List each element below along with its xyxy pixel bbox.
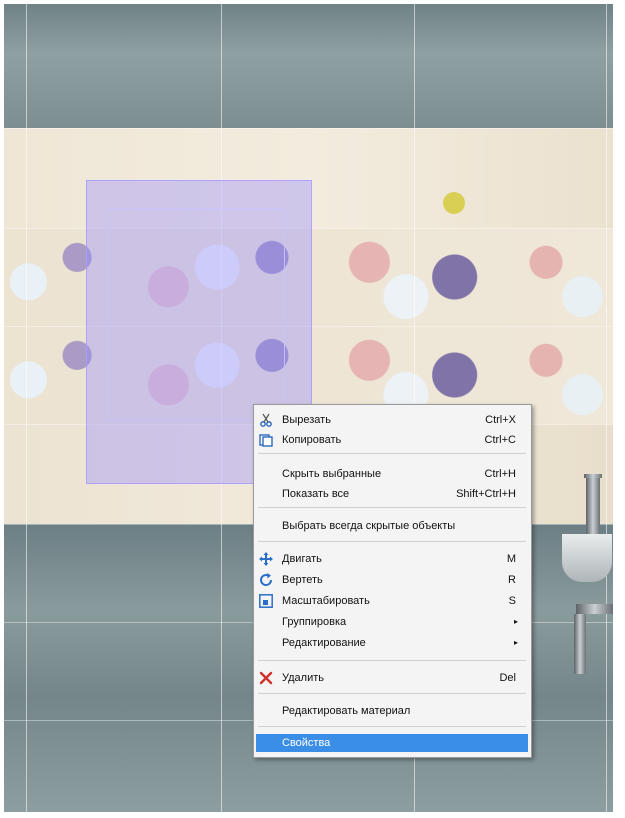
menu-item-copy[interactable]: Копировать Ctrl+C [256,431,528,449]
menu-separator [258,453,526,454]
menu-item-label: Группировка [282,616,347,628]
menu-item-shortcut: Ctrl+X [485,414,516,426]
menu-item-show-all[interactable]: Показать все Shift+Ctrl+H [256,485,528,503]
submenu-arrow-icon: ▸ [513,617,518,626]
menu-item-shortcut: Ctrl+C [484,434,516,446]
menu-item-label: Редактировать материал [282,705,411,717]
light-source-marker[interactable] [443,192,465,214]
menu-item-properties[interactable]: Свойства [256,734,528,752]
menu-item-edit-material[interactable]: Редактировать материал [256,702,528,720]
menu-item-shortcut: Ctrl+H [484,468,516,480]
menu-item-shortcut: M [506,553,516,565]
menu-item-label: Вырезать [282,414,331,426]
tile-seam [26,4,27,812]
wall-tiles-grey-top [4,4,613,128]
delete-icon [259,671,273,685]
menu-item-label: Масштабировать [282,595,370,607]
menu-item-shortcut: Del [499,672,516,684]
tile-seam [4,128,613,129]
menu-separator [258,726,526,727]
menu-item-move[interactable]: Двигать M [256,550,528,568]
submenu-arrow-icon: ▸ [513,638,518,647]
menu-separator [258,660,526,661]
menu-item-grouping[interactable]: Группировка ▸ [256,613,528,631]
menu-item-rotate[interactable]: Вертеть R [256,571,528,589]
move-icon [259,552,273,566]
menu-item-shortcut: S [508,595,516,607]
faucet-object[interactable] [562,474,613,674]
scale-icon [259,594,273,608]
menu-item-label: Двигать [282,553,322,565]
copy-icon [259,433,273,447]
menu-separator [258,541,526,542]
menu-item-label: Показать все [282,488,350,500]
tile-seam [606,4,607,812]
menu-item-label: Удалить [282,672,324,684]
menu-item-delete[interactable]: Удалить Del [256,669,528,687]
menu-item-label: Вертеть [282,574,323,586]
menu-item-select-hidden[interactable]: Выбрать всегда скрытые объекты [256,517,528,535]
menu-item-scale[interactable]: Масштабировать S [256,592,528,610]
rotate-icon [259,573,273,587]
menu-item-editing[interactable]: Редактирование ▸ [256,634,528,652]
menu-separator [258,693,526,694]
menu-separator [258,507,526,508]
menu-item-shortcut: R [508,574,516,586]
menu-item-shortcut: Shift+Ctrl+H [456,488,516,500]
menu-item-label: Редактирование [282,637,366,649]
menu-item-label: Выбрать всегда скрытые объекты [282,520,456,532]
context-menu: Вырезать Ctrl+X Копировать Ctrl+C Скрыть… [253,404,532,758]
scissors-icon [259,413,273,427]
menu-item-hide-selected[interactable]: Скрыть выбранные Ctrl+H [256,465,528,483]
menu-item-label: Свойства [282,737,331,749]
menu-item-cut[interactable]: Вырезать Ctrl+X [256,411,528,429]
menu-item-label: Копировать [282,434,342,446]
menu-item-label: Скрыть выбранные [282,468,382,480]
selected-object-frame [107,209,285,421]
